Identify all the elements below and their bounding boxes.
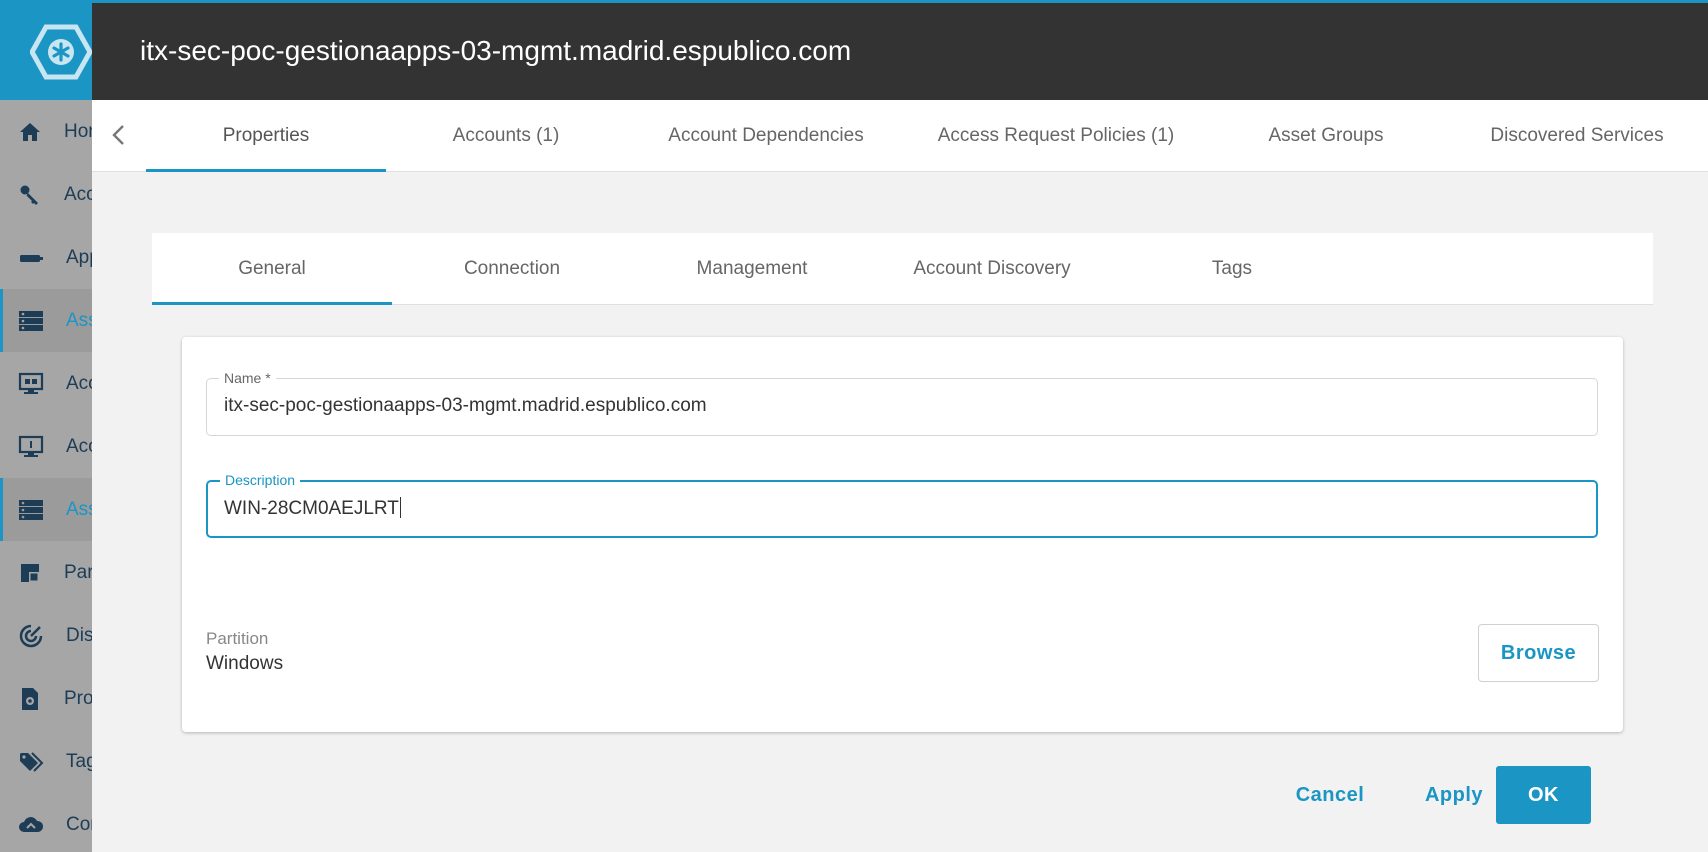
dialog-title: itx-sec-poc-gestionaapps-03-mgmt.madrid.…	[140, 35, 852, 66]
sidebar-item-connections[interactable]: Connections	[0, 793, 92, 852]
server-stack-icon	[18, 496, 44, 524]
sidebar-item-tags[interactable]: Tags	[0, 730, 92, 793]
sidebar-item-label: Accounts	[66, 435, 92, 457]
description-field-input[interactable]: WIN-28CM0AEJLRT	[224, 497, 401, 520]
sidebar-item-applications[interactable]: Applications	[0, 226, 92, 289]
home-icon	[18, 118, 42, 146]
asset-properties-dialog: itx-sec-poc-gestionaapps-03-mgmt.madrid.…	[92, 0, 1708, 852]
tab-label: Properties	[222, 125, 310, 146]
tab-discovered-services[interactable]: Discovered Services	[1446, 100, 1708, 172]
subtab-label: General	[238, 258, 306, 279]
subtab-label: Tags	[1211, 258, 1253, 279]
cloud-icon	[18, 811, 44, 839]
tab-label: Access Request Policies (1)	[937, 125, 1175, 146]
partition-icon	[18, 559, 42, 587]
dialog-header: itx-sec-poc-gestionaapps-03-mgmt.madrid.…	[92, 3, 1708, 100]
tab-label: Discovered Services	[1490, 125, 1664, 146]
browse-button[interactable]: Browse	[1478, 624, 1599, 682]
subtab-label: Connection	[463, 258, 561, 279]
subtab-label: Account Discovery	[913, 258, 1071, 279]
properties-tab-bar: Properties Accounts (1) Account Dependen…	[92, 100, 1708, 172]
tab-label: Account Dependencies	[668, 125, 864, 146]
tab-access-request-policies[interactable]: Access Request Policies (1)	[906, 100, 1206, 172]
chevron-left-icon	[112, 125, 124, 145]
sidebar-item-label: Partitions	[64, 561, 92, 583]
tag-icon	[18, 748, 44, 776]
partition-value: Windows	[206, 653, 284, 674]
sidebar-item-assets-2[interactable]: Assets	[0, 478, 92, 541]
description-field-value: WIN-28CM0AEJLRT	[224, 498, 399, 519]
name-field[interactable]: Name * itx-sec-poc-gestionaapps-03-mgmt.…	[206, 370, 1598, 436]
sidebar-item-access[interactable]: Access	[0, 163, 92, 226]
server-stack-icon	[18, 307, 44, 335]
sidebar-item-accounts[interactable]: Accounts	[0, 415, 92, 478]
app-logo-icon	[30, 24, 92, 80]
sidebar-item-access-requests[interactable]: Access Requests	[0, 352, 92, 415]
general-subtab-bar: General Connection Management Account Di…	[152, 233, 1653, 305]
tab-account-dependencies[interactable]: Account Dependencies	[626, 100, 906, 172]
subtab-connection[interactable]: Connection	[392, 233, 632, 305]
description-field-label: Description	[220, 472, 301, 488]
subtab-label: Management	[696, 258, 808, 279]
profile-gear-icon	[18, 685, 42, 713]
subtab-tags[interactable]: Tags	[1112, 233, 1352, 305]
sidebar-item-partitions[interactable]: Partitions	[0, 541, 92, 604]
name-field-value[interactable]: itx-sec-poc-gestionaapps-03-mgmt.madrid.…	[224, 395, 707, 417]
description-field[interactable]: Description WIN-28CM0AEJLRT	[206, 472, 1598, 538]
subtab-management[interactable]: Management	[632, 233, 872, 305]
logo-bar	[0, 0, 92, 100]
name-field-label: Name *	[219, 370, 276, 386]
sidebar-item-label: Applications	[66, 246, 92, 268]
application-icon	[18, 244, 44, 272]
radar-icon	[18, 622, 44, 650]
sidebar-item-assets[interactable]: Assets	[0, 289, 92, 352]
sidebar-item-label: Assets	[66, 309, 92, 331]
text-caret	[399, 497, 401, 518]
sidebar-item-label: Assets	[66, 498, 92, 520]
desktop-icon	[18, 433, 44, 461]
sidebar-item-label: Discovery	[66, 624, 92, 646]
tab-properties[interactable]: Properties	[146, 100, 386, 172]
sidebar-item-label: Home	[64, 120, 92, 142]
sidebar-item-label: Access	[64, 183, 92, 205]
subtab-general[interactable]: General	[152, 233, 392, 305]
sidebar-item-home[interactable]: Home	[0, 100, 92, 163]
sidebar-item-discovery[interactable]: Discovery	[0, 604, 92, 667]
cancel-button[interactable]: Cancel	[1275, 766, 1385, 824]
general-form-card: Name * itx-sec-poc-gestionaapps-03-mgmt.…	[182, 337, 1623, 732]
sidebar-item-label: Connections	[66, 813, 92, 835]
tab-label: Accounts (1)	[452, 125, 560, 146]
app-sidebar: Home Access Applications Assets Access R…	[0, 0, 92, 852]
partition-label: Partition	[206, 629, 269, 648]
sidebar-item-label: Profiles	[64, 687, 92, 709]
tabs-scroll-left-button[interactable]	[104, 120, 134, 150]
tab-accounts[interactable]: Accounts (1)	[386, 100, 626, 172]
tab-asset-groups[interactable]: Asset Groups	[1206, 100, 1446, 172]
tab-label: Asset Groups	[1268, 125, 1384, 146]
key-icon	[18, 181, 42, 209]
ok-button[interactable]: OK	[1496, 766, 1591, 824]
apply-button[interactable]: Apply	[1404, 766, 1504, 824]
monitor-icon	[18, 370, 44, 398]
sidebar-item-label: Tags	[66, 750, 92, 772]
sidebar-item-label: Access Requests	[66, 372, 92, 394]
subtab-account-discovery[interactable]: Account Discovery	[872, 233, 1112, 305]
sidebar-item-profiles[interactable]: Profiles	[0, 667, 92, 730]
